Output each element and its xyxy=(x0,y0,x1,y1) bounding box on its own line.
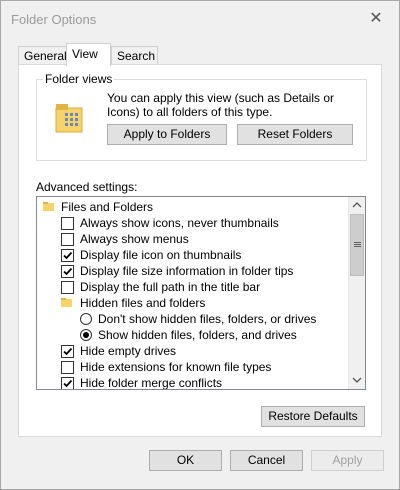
check-mark-icon xyxy=(63,379,73,388)
view-tab-panel: Folder views You can apply this view (su… xyxy=(18,64,382,437)
grip-line xyxy=(354,244,361,245)
list-item: Files and Folders xyxy=(37,199,347,215)
reset-folders-button[interactable]: Reset Folders xyxy=(237,124,353,145)
check-mark-icon xyxy=(63,251,73,260)
title-bar[interactable]: Folder Options ✕ xyxy=(1,1,399,37)
cancel-button[interactable]: Cancel xyxy=(230,450,303,471)
list-item-label: Hide extensions for known file types xyxy=(80,360,272,374)
list-item-label: Hide folder merge conflicts xyxy=(80,376,223,390)
list-item[interactable]: Hide extensions for known file types xyxy=(37,359,347,375)
checkbox-checked[interactable] xyxy=(61,377,74,389)
radio-button-selected[interactable] xyxy=(80,329,92,341)
list-item-label: Hidden files and folders xyxy=(80,296,206,310)
window-title: Folder Options xyxy=(11,12,97,27)
folder-options-window: Folder Options ✕ General View Search Fol… xyxy=(0,0,400,490)
list-item-label: Hide empty drives xyxy=(80,344,177,358)
scrollbar-thumb[interactable] xyxy=(350,214,364,276)
checkbox-checked[interactable] xyxy=(61,265,74,278)
advanced-settings-list[interactable]: Files and Folders Always show icons, nev… xyxy=(36,196,366,390)
list-item-label: Display the full path in the title bar xyxy=(80,280,261,294)
restore-defaults-button[interactable]: Restore Defaults xyxy=(261,406,365,427)
folder-views-description: You can apply this view (such as Details… xyxy=(107,91,335,119)
checkbox-checked[interactable] xyxy=(61,345,74,358)
list-item-label: Always show menus xyxy=(80,232,189,246)
advanced-settings-label: Advanced settings: xyxy=(36,180,138,194)
list-item-label: Files and Folders xyxy=(61,200,154,214)
list-item[interactable]: Don't show hidden files, folders, or dri… xyxy=(37,311,347,327)
apply-to-folders-button[interactable]: Apply to Folders xyxy=(107,124,227,145)
grip-line xyxy=(354,242,361,243)
close-icon: ✕ xyxy=(369,10,383,27)
folder-icon xyxy=(43,202,54,211)
list-item[interactable]: Display file size information in folder … xyxy=(37,263,347,279)
tab-search[interactable]: Search xyxy=(111,46,158,65)
list-item[interactable]: Show hidden files, folders, and drives xyxy=(37,327,347,343)
folder-views-group: Folder views You can apply this view (su… xyxy=(36,72,367,161)
close-button[interactable]: ✕ xyxy=(360,7,392,31)
list-item-label: Don't show hidden files, folders, or dri… xyxy=(98,312,317,326)
chevron-down-icon[interactable] xyxy=(349,372,365,388)
list-item[interactable]: Always show menus xyxy=(37,231,347,247)
list-item: Hidden files and folders xyxy=(37,295,347,311)
tab-view[interactable]: View xyxy=(66,43,111,66)
radio-dot xyxy=(83,332,89,338)
list-item[interactable]: Hide empty drives xyxy=(37,343,347,359)
vertical-scrollbar[interactable] xyxy=(348,197,365,389)
list-item[interactable]: Display file icon on thumbnails xyxy=(37,247,347,263)
apply-button[interactable]: Apply xyxy=(311,450,384,471)
checkbox[interactable] xyxy=(61,281,74,294)
list-item[interactable]: Always show icons, never thumbnails xyxy=(37,215,347,231)
checkbox[interactable] xyxy=(61,217,74,230)
list-item[interactable]: Hide folder merge conflicts xyxy=(37,375,347,390)
ok-button[interactable]: OK xyxy=(149,450,222,471)
checkbox-checked[interactable] xyxy=(61,249,74,262)
list-item-label: Always show icons, never thumbnails xyxy=(80,216,279,230)
checkbox[interactable] xyxy=(61,361,74,374)
chevron-up-icon[interactable] xyxy=(349,197,365,213)
check-mark-icon xyxy=(63,267,73,276)
list-item[interactable]: Display the full path in the title bar xyxy=(37,279,347,295)
list-item-label: Show hidden files, folders, and drives xyxy=(98,328,297,342)
check-mark-icon xyxy=(63,347,73,356)
list-item-label: Display file size information in folder … xyxy=(80,264,294,278)
checkbox[interactable] xyxy=(61,233,74,246)
list-item-label: Display file icon on thumbnails xyxy=(80,248,242,262)
folder-icon xyxy=(61,298,72,307)
radio-button[interactable] xyxy=(80,313,92,325)
folder-views-icon xyxy=(55,104,83,133)
tab-general[interactable]: General xyxy=(18,46,67,65)
folder-views-legend: Folder views xyxy=(43,72,115,86)
grip-line xyxy=(354,246,361,247)
dialog-button-bar: OK Cancel Apply xyxy=(1,441,399,489)
